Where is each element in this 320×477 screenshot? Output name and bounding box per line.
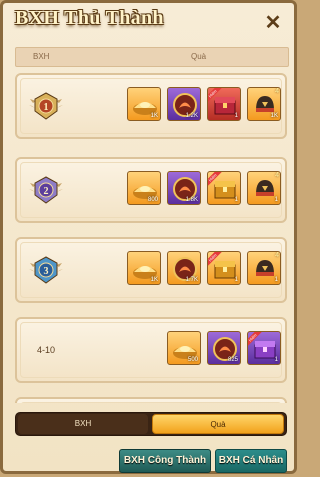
item-quantity: 1 <box>234 277 238 283</box>
tab-rank[interactable]: BXH <box>18 414 148 434</box>
dragon-emblem-icon[interactable]: 825 <box>207 331 241 365</box>
gold-ingot-icon[interactable]: 1K <box>127 251 161 285</box>
warrior-helmet-icon[interactable]: 41 <box>247 251 281 285</box>
red-gem-chest-icon[interactable]: Hiếm 1 <box>207 87 241 121</box>
window-title: BXH Thủ Thành <box>15 7 164 29</box>
item-quantity: 1 <box>234 197 238 203</box>
close-icon[interactable]: ✕ <box>263 13 283 33</box>
reward-items: 1K 1.2K Hiếm 1 4 1K <box>127 87 281 121</box>
reward-row: 3 1K 1.7K Hiếm 1 4 1 <box>15 237 287 303</box>
item-level-badge: 4 <box>275 252 279 259</box>
rank-3-medal-icon: 3 <box>29 253 63 287</box>
item-quantity: 800 <box>147 197 158 203</box>
reward-row: 1 1K 1.2K Hiếm 1 4 1K <box>15 73 287 139</box>
tab-bar: BXH Quà <box>15 412 287 436</box>
reward-items: 800 1.8K Hiếm 1 4 1 <box>127 171 281 205</box>
gold-ingot-icon[interactable]: 1K <box>127 87 161 121</box>
gold-ingot-icon[interactable]: 800 <box>127 171 161 205</box>
reward-column-header: Quà <box>191 52 207 61</box>
purple-chest-icon[interactable]: Hiếm 1 <box>247 331 281 365</box>
item-quantity: 825 <box>227 357 238 363</box>
item-quantity: 1 <box>274 277 278 283</box>
item-quantity: 1.8K <box>185 197 198 203</box>
warrior-helmet-icon[interactable]: 4 1K <box>247 87 281 121</box>
dragon-emblem-icon[interactable]: 1.2K <box>167 87 201 121</box>
personal-rank-button[interactable]: BXH Cá Nhân <box>215 449 287 473</box>
svg-text:3: 3 <box>44 266 49 277</box>
item-quantity: 1 <box>274 197 278 203</box>
gold-ingot-icon[interactable]: 500 <box>167 331 201 365</box>
dragon-emblem-icon[interactable]: 1.8K <box>167 171 201 205</box>
warrior-helmet-icon[interactable]: 41 <box>247 171 281 205</box>
reward-row: 2 800 1.8K Hiếm 1 4 1 <box>15 157 287 223</box>
siege-rank-button[interactable]: BXH Công Thành <box>119 449 211 473</box>
rank-column-header: BXH <box>33 52 50 61</box>
item-quantity: 1K <box>150 113 158 119</box>
tab-reward[interactable]: Quà <box>152 414 284 434</box>
item-level-badge: 4 <box>275 172 279 179</box>
rank-1-medal-icon: 1 <box>29 89 63 123</box>
item-level-badge: 4 <box>275 88 279 95</box>
rank-2-medal-icon: 2 <box>29 173 63 207</box>
dragon-emblem-icon[interactable]: 1.7K <box>167 251 201 285</box>
rank-range-label: 4-10 <box>37 345 56 355</box>
gold-chest-icon[interactable]: Hiếm 1 <box>207 171 241 205</box>
item-quantity: 1 <box>234 113 238 119</box>
item-quantity: 1.7K <box>185 277 198 283</box>
reward-list[interactable]: 1 1K 1.2K Hiếm 1 4 1K 2 800 1.8K Hiếm 1 4 1 3 1K 1.7K Hiế… <box>15 73 287 403</box>
ranking-window: BXH Thủ Thành ✕ BXH Quà 1 1K 1.2K Hiếm 1 4 1K 2… <box>0 0 297 474</box>
reward-row <box>15 397 287 403</box>
svg-text:1: 1 <box>44 102 49 113</box>
reward-items: 500 825 Hiếm 1 <box>167 331 281 365</box>
reward-row: 4-10 500 825 Hiếm 1 <box>15 317 287 383</box>
bottom-bar: BXH Công Thành BXH Cá Nhân <box>3 443 300 477</box>
svg-text:2: 2 <box>44 186 49 197</box>
item-quantity: 1 <box>274 357 278 363</box>
item-quantity: 500 <box>187 357 198 363</box>
gold-chest-icon[interactable]: Hiếm 1 <box>207 251 241 285</box>
item-quantity: 1K <box>270 113 278 119</box>
table-header: BXH Quà <box>15 47 289 67</box>
item-quantity: 1K <box>150 277 158 283</box>
item-quantity: 1.2K <box>185 113 198 119</box>
reward-items: 1K 1.7K Hiếm 1 4 1 <box>127 251 281 285</box>
